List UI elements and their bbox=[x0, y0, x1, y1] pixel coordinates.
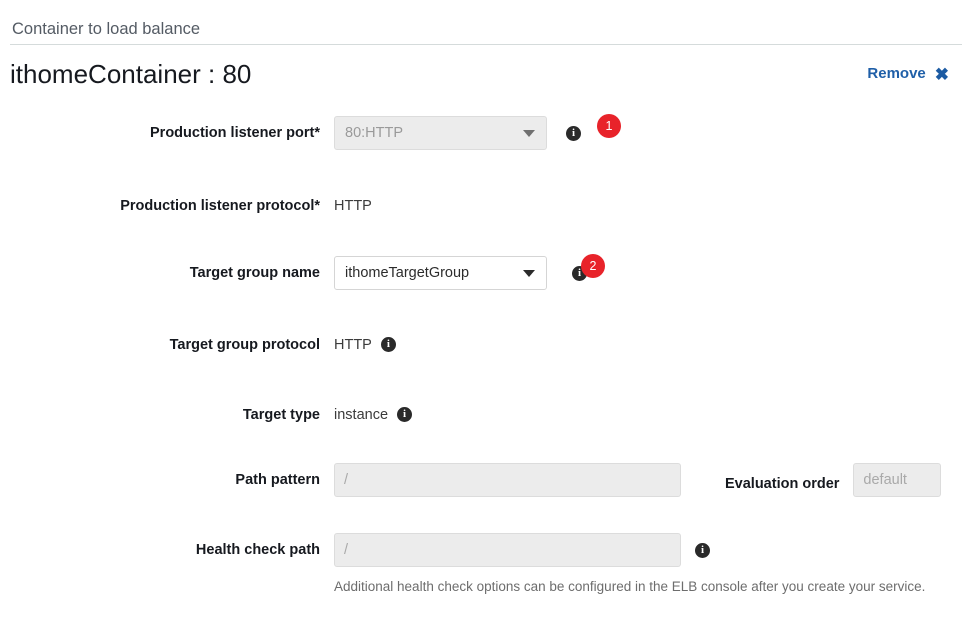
target-group-protocol-value: HTTP bbox=[334, 337, 372, 353]
step-badge-2: 2 bbox=[581, 254, 605, 278]
label-production-listener-protocol: Production listener protocol* bbox=[120, 198, 320, 214]
section-header-title: Container to load balance bbox=[12, 20, 201, 38]
row-production-listener-port: Production listener port* 80:HTTP i 1 bbox=[0, 114, 971, 150]
row-path-pattern: Path pattern Evaluation order bbox=[0, 463, 971, 497]
label-target-group-name: Target group name bbox=[189, 265, 320, 281]
section-header: Container to load balance bbox=[0, 0, 971, 44]
target-group-name-select[interactable]: ithomeTargetGroup bbox=[334, 256, 547, 290]
health-check-path-input[interactable] bbox=[334, 533, 681, 567]
row-health-check-path: Health check path i bbox=[0, 533, 971, 567]
row-production-listener-protocol: Production listener protocol* HTTP bbox=[0, 195, 971, 216]
info-icon[interactable]: i bbox=[566, 125, 581, 141]
health-check-hint: Additional health check options can be c… bbox=[334, 579, 926, 594]
row-target-group-name: Target group name ithomeTargetGroup i 2 bbox=[0, 254, 971, 290]
page-title: ithomeContainer : 80 bbox=[10, 59, 252, 89]
field-area-production-listener-protocol: HTTP bbox=[334, 195, 372, 216]
remove-button-label: Remove bbox=[867, 65, 926, 82]
field-area-target-type: instance i bbox=[334, 404, 413, 425]
label-health-check-path: Health check path bbox=[195, 542, 320, 558]
field-area-target-group-protocol: HTTP i bbox=[334, 334, 396, 355]
evaluation-order-input[interactable] bbox=[853, 463, 942, 497]
production-listener-port-value: 80:HTTP bbox=[345, 125, 404, 141]
label-target-type: Target type bbox=[242, 407, 320, 423]
target-group-name-value: ithomeTargetGroup bbox=[345, 265, 470, 281]
info-icon[interactable]: i bbox=[380, 337, 396, 352]
target-type-value: instance bbox=[334, 407, 389, 423]
path-pattern-input[interactable] bbox=[334, 463, 681, 497]
chevron-down-icon bbox=[523, 130, 535, 137]
header-divider bbox=[10, 44, 962, 45]
field-area-health-check-path: i bbox=[334, 533, 710, 567]
remove-button[interactable]: Remove ✖ bbox=[867, 64, 949, 84]
step-badge-1: 1 bbox=[597, 114, 621, 138]
field-area-path-pattern: Evaluation order bbox=[334, 463, 942, 497]
production-listener-port-select[interactable]: 80:HTTP bbox=[334, 116, 547, 150]
label-production-listener-port: Production listener port* bbox=[150, 125, 320, 141]
label-evaluation-order: Evaluation order bbox=[725, 475, 840, 492]
info-icon[interactable]: i bbox=[695, 542, 710, 558]
field-area-target-group-name: ithomeTargetGroup i 2 bbox=[334, 254, 605, 290]
chevron-down-icon bbox=[523, 270, 535, 277]
info-icon[interactable]: i bbox=[397, 407, 413, 422]
label-path-pattern: Path pattern bbox=[235, 472, 320, 488]
row-target-group-protocol: Target group protocol HTTP i bbox=[0, 334, 971, 355]
field-area-production-listener-port: 80:HTTP i 1 bbox=[334, 114, 621, 150]
row-target-type: Target type instance i bbox=[0, 404, 971, 425]
close-icon: ✖ bbox=[934, 64, 949, 84]
production-listener-protocol-value: HTTP bbox=[334, 198, 372, 214]
label-target-group-protocol: Target group protocol bbox=[169, 337, 320, 353]
